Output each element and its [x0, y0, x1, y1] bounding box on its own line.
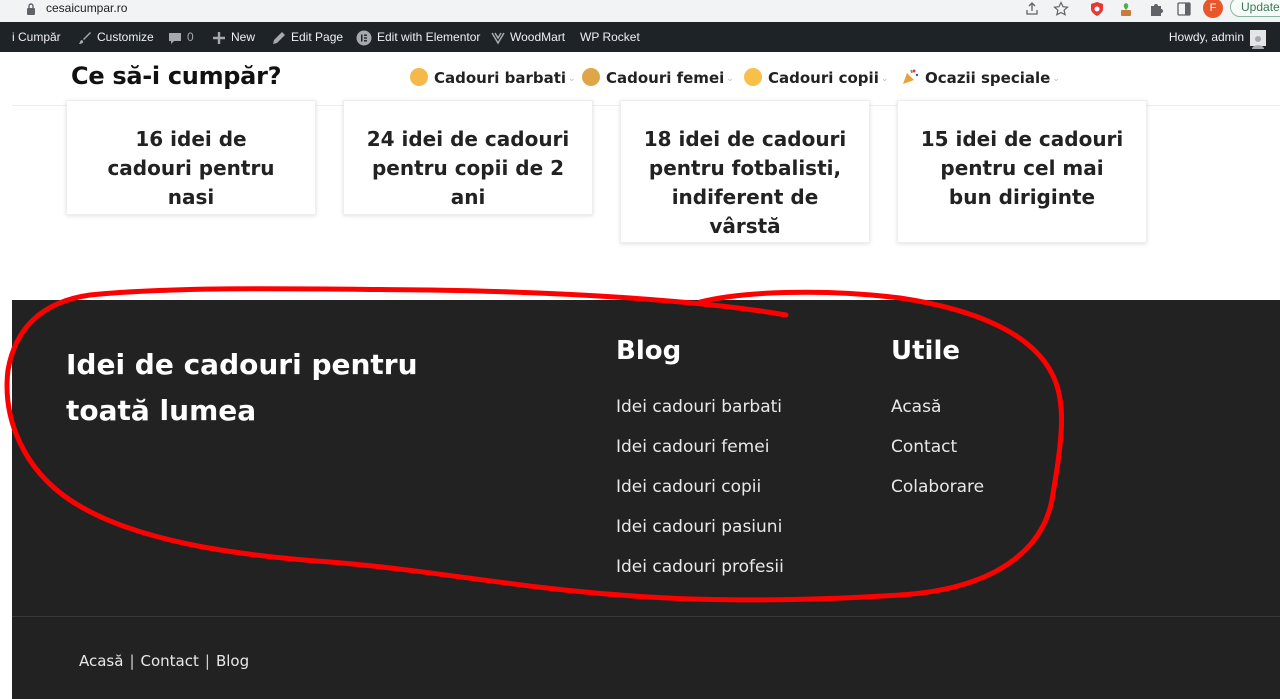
footer-link[interactable]: Idei cadouri pasiuni [616, 515, 784, 555]
nav-label: Ocazii speciale [925, 69, 1051, 87]
lock-icon [27, 3, 35, 15]
article-card-title[interactable]: 18 idei de cadouri pentru fotbalisti, in… [621, 125, 869, 241]
admin-comments[interactable]: 0 [168, 22, 194, 52]
elementor-icon [356, 30, 372, 46]
update-button[interactable]: Update [1230, 0, 1280, 17]
nav-item-ocazii-speciale[interactable]: Ocazii speciale ⌄ [901, 68, 1060, 87]
link-separator: | [129, 652, 135, 670]
admin-edit-page-label: Edit Page [291, 30, 344, 44]
link-separator: | [204, 652, 210, 670]
admin-site-name[interactable]: i Cumpăr [12, 22, 61, 52]
site-header: Ce să-i cumpăr? Cadouri barbati ⌄ Cadouri… [12, 52, 1280, 106]
footer-utile-links: Acasă Contact Colaborare [891, 395, 984, 515]
address-bar-url[interactable]: cesaicumpar.ro [46, 1, 127, 15]
page-root: cesaicumpar.ro F Update i Cumpăr Customi… [0, 0, 1280, 699]
footer-link[interactable]: Idei cadouri profesii [616, 555, 784, 595]
admin-edit-page[interactable]: Edit Page [272, 22, 343, 52]
admin-customize-label: Customize [97, 30, 154, 44]
pencil-icon [273, 31, 285, 44]
admin-comments-count: 0 [187, 30, 194, 44]
bottom-link-contact[interactable]: Contact [141, 652, 199, 670]
party-popper-icon [901, 68, 919, 86]
nav-label: Cadouri copii [768, 69, 879, 87]
woman-emoji-icon [582, 68, 600, 86]
browser-toolbar: cesaicumpar.ro F Update [0, 0, 1280, 22]
article-card-title[interactable]: 24 idei de cadouri pentru copii de 2 ani [344, 125, 592, 212]
chevron-down-icon: ⌄ [1052, 74, 1060, 84]
footer-link[interactable]: Idei cadouri barbati [616, 395, 784, 435]
article-card[interactable]: 18 idei de cadouri pentru fotbalisti, in… [620, 100, 870, 243]
admin-new-label: New [231, 30, 256, 44]
plus-icon [213, 31, 225, 44]
admin-wp-rocket[interactable]: WP Rocket [580, 22, 640, 52]
footer-utile-title: Utile [891, 336, 960, 366]
nav-item-cadouri-copii[interactable]: Cadouri copii ⌄ [744, 68, 888, 87]
chevron-down-icon: ⌄ [880, 74, 889, 84]
article-card-title[interactable]: 15 idei de cadouri pentru cel mai bun di… [898, 125, 1146, 212]
admin-edit-elementor[interactable]: Edit with Elementor [356, 22, 480, 52]
footer-link[interactable]: Idei cadouri femei [616, 435, 784, 475]
child-emoji-icon [744, 68, 762, 86]
footer-link[interactable]: Acasă [891, 395, 984, 435]
admin-customize[interactable]: Customize [78, 22, 154, 52]
footer-tagline: Idei de cadouri pentru toată lumea [66, 348, 418, 427]
nav-item-cadouri-barbati[interactable]: Cadouri barbati ⌄ [410, 68, 576, 87]
footer-link[interactable]: Idei cadouri copii [616, 475, 784, 515]
admin-woodmart[interactable]: WoodMart [491, 22, 565, 52]
profile-avatar[interactable]: F [1203, 0, 1223, 18]
footer-blog-links: Idei cadouri barbati Idei cadouri femei … [616, 395, 784, 595]
woodmart-icon [491, 32, 505, 45]
nav-item-cadouri-femei[interactable]: Cadouri femei ⌄ [582, 68, 734, 87]
footer-link[interactable]: Colaborare [891, 475, 984, 515]
chevron-down-icon: ⌄ [726, 74, 734, 84]
share-icon[interactable] [1024, 1, 1040, 17]
extension-shield-icon[interactable] [1089, 1, 1105, 17]
bottom-link-acasa[interactable]: Acasă [79, 652, 123, 670]
footer-link[interactable]: Contact [891, 435, 984, 475]
nav-label: Cadouri femei [606, 69, 725, 87]
bottom-link-blog[interactable]: Blog [216, 652, 249, 670]
admin-new[interactable]: New [212, 22, 255, 52]
side-panel-icon[interactable] [1176, 1, 1192, 17]
comment-bubble-icon [169, 32, 181, 44]
brush-icon [79, 31, 91, 44]
admin-account[interactable]: Howdy, admin [1169, 22, 1266, 52]
article-card[interactable]: 24 idei de cadouri pentru copii de 2 ani [343, 100, 593, 215]
man-emoji-icon [410, 68, 428, 86]
admin-woodmart-label: WoodMart [510, 30, 566, 44]
chevron-down-icon: ⌄ [568, 74, 576, 84]
bookmark-star-icon[interactable] [1053, 1, 1069, 17]
footer-bottom-links: Acasă | Contact | Blog [79, 652, 249, 670]
site-footer: Idei de cadouri pentru toată lumea Blog … [12, 300, 1280, 699]
wp-admin-bar: i Cumpăr Customize 0 New Edit Page Edit … [0, 22, 1280, 52]
site-logo[interactable]: Ce să-i cumpăr? [71, 62, 282, 90]
nav-label: Cadouri barbati [434, 69, 567, 87]
article-card[interactable]: 16 idei de cadouri pentru nasi [66, 100, 316, 215]
footer-blog-title: Blog [616, 336, 682, 366]
extension-plant-icon[interactable] [1118, 1, 1134, 17]
admin-howdy-label: Howdy, admin [1168, 30, 1244, 44]
footer-divider [12, 616, 1280, 617]
admin-avatar-icon [1250, 29, 1266, 49]
admin-edit-elementor-label: Edit with Elementor [377, 30, 481, 44]
article-card[interactable]: 15 idei de cadouri pentru cel mai bun di… [897, 100, 1147, 243]
extensions-puzzle-icon[interactable] [1148, 1, 1164, 17]
article-card-title[interactable]: 16 idei de cadouri pentru nasi [67, 125, 315, 212]
